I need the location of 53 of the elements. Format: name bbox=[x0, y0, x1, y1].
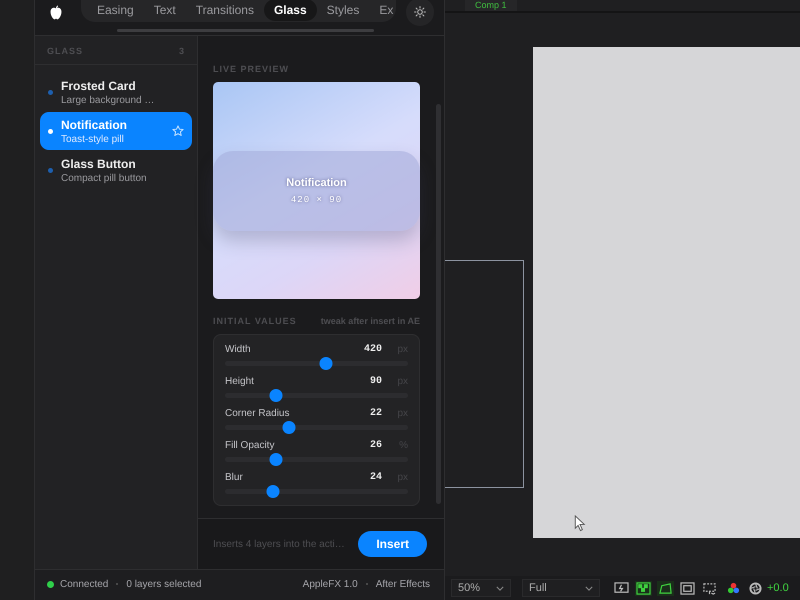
preset-item[interactable]: Frosted Card Large background … bbox=[40, 73, 192, 111]
mask-path-icon[interactable] bbox=[657, 580, 674, 596]
connection-status: Connected bbox=[60, 578, 108, 590]
region-icon[interactable] bbox=[701, 580, 718, 596]
comp-tab[interactable]: Comp 1 bbox=[465, 0, 517, 11]
parameter-value: 26 bbox=[370, 440, 382, 451]
selection-status: 0 layers selected bbox=[126, 578, 202, 590]
host-label: After Effects bbox=[376, 578, 430, 590]
slider-thumb[interactable] bbox=[266, 485, 280, 498]
parameter-unit: % bbox=[398, 440, 408, 451]
slider-thumb[interactable] bbox=[270, 389, 283, 402]
slider-thumb[interactable] bbox=[319, 357, 332, 370]
parameter-value: 420 bbox=[364, 344, 382, 355]
sun-icon[interactable] bbox=[414, 6, 426, 18]
parameter-label: Fill Opacity bbox=[225, 440, 276, 451]
snapshot-icon[interactable] bbox=[613, 580, 630, 596]
tab[interactable]: Transitions bbox=[186, 0, 264, 21]
tab[interactable]: Ex bbox=[369, 0, 396, 21]
theme-button[interactable] bbox=[406, 0, 434, 26]
separator-dot bbox=[116, 583, 118, 585]
exposure-value[interactable]: +0.0 bbox=[767, 582, 789, 594]
star-icon[interactable] bbox=[172, 125, 184, 137]
separator-dot bbox=[366, 583, 368, 585]
insert-button[interactable]: Insert bbox=[358, 531, 427, 557]
frame-icon[interactable] bbox=[679, 580, 696, 596]
color-channels-icon[interactable] bbox=[727, 582, 740, 594]
parameter-label: Corner Radius bbox=[225, 408, 290, 419]
parameter-label: Width bbox=[225, 344, 252, 355]
tab[interactable]: Easing bbox=[87, 0, 144, 21]
resolution-dropdown[interactable]: Full bbox=[522, 579, 600, 597]
preset-item[interactable]: Glass Button Compact pill button bbox=[40, 151, 192, 189]
cursor-icon bbox=[574, 515, 586, 532]
slider-thumb[interactable] bbox=[282, 421, 296, 434]
checkerboard-icon[interactable] bbox=[635, 580, 652, 596]
tab[interactable]: Text bbox=[144, 0, 186, 21]
tab-scrollbar[interactable] bbox=[117, 29, 374, 32]
zoom-dropdown[interactable]: 50% bbox=[451, 579, 511, 597]
parameter-value: 24 bbox=[370, 472, 382, 483]
tab[interactable]: Glass bbox=[264, 0, 317, 21]
tab[interactable]: Styles bbox=[316, 0, 370, 21]
aperture-icon[interactable] bbox=[749, 582, 762, 594]
preview-title: Notification bbox=[286, 176, 347, 188]
parameter-label: Height bbox=[225, 376, 255, 387]
chevron-icon[interactable] bbox=[585, 586, 593, 590]
chevron-icon[interactable] bbox=[496, 586, 504, 590]
preview-size: 420 × 90 bbox=[290, 194, 342, 204]
parameter-value: 22 bbox=[370, 408, 382, 419]
apple-icon bbox=[49, 5, 63, 20]
parameter-label: Blur bbox=[225, 472, 244, 483]
slider-thumb[interactable] bbox=[270, 453, 283, 466]
parameter-value: 90 bbox=[370, 376, 382, 387]
preset-item[interactable]: Notification Toast-style pill bbox=[40, 112, 192, 150]
version-label: AppleFX 1.0 bbox=[302, 578, 358, 590]
